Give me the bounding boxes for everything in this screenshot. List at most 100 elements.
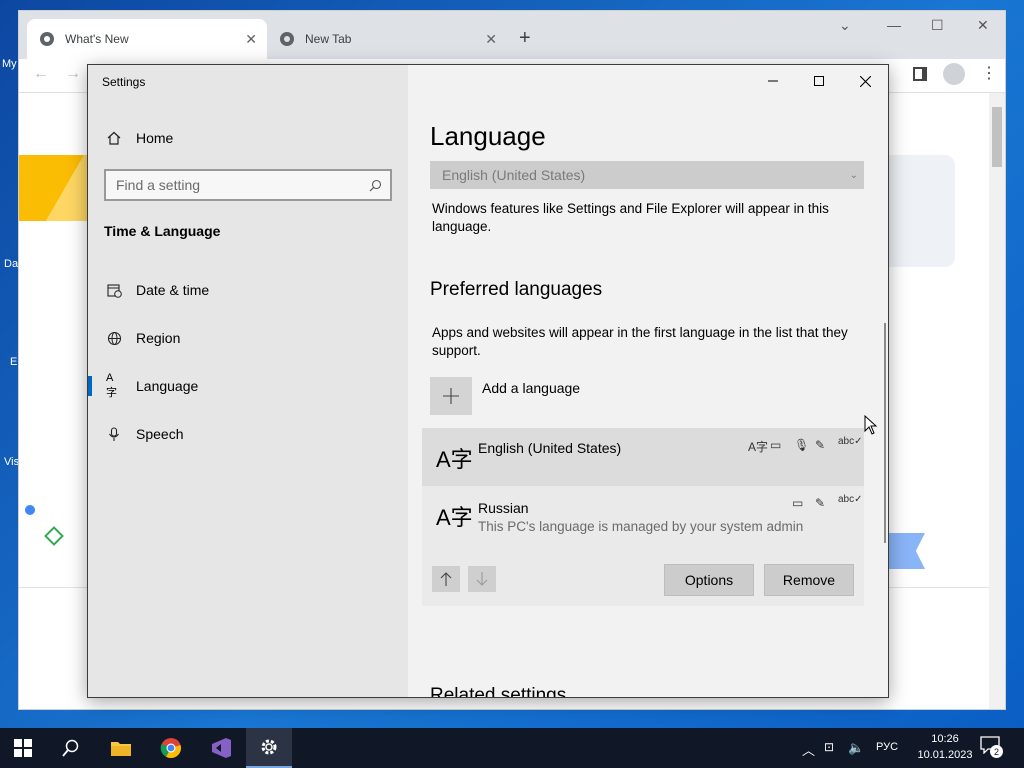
nav-home-label: Home [136, 130, 174, 146]
chrome-taskbar-button[interactable] [148, 728, 194, 768]
speech-recognition-icon: 🎙 [794, 438, 810, 452]
minimize-icon[interactable]: — [887, 17, 901, 33]
chrome-icon [40, 32, 54, 46]
tab-label: New Tab [305, 32, 352, 46]
new-tab-button[interactable]: + [519, 27, 531, 50]
minimize-button[interactable] [750, 65, 796, 97]
maximize-button[interactable] [796, 65, 842, 97]
folder-icon [111, 742, 131, 756]
close-button[interactable] [842, 65, 888, 97]
settings-sidebar: Settings Home Find a setting Time & Lang… [88, 65, 408, 697]
close-icon[interactable]: ✕ [977, 17, 989, 34]
language-name: Russian [478, 500, 529, 516]
options-button[interactable]: Options [664, 564, 754, 596]
visual-studio-button[interactable] [198, 728, 244, 768]
language-row-english[interactable]: A字 English (United States) A字 ▭ 🎙 ✎ abc✓ [422, 428, 864, 486]
start-button[interactable] [0, 728, 46, 768]
close-icon [859, 75, 871, 87]
tab-strip: What's New ✕ New Tab ✕ + ⌄ — ☐ ✕ [19, 11, 1005, 59]
clock-date[interactable]: 10.01.2023 [910, 749, 980, 761]
add-language-label[interactable]: Add a language [482, 380, 580, 396]
language-glyph-icon: A字 [436, 505, 473, 530]
volume-icon[interactable]: 🔈 [848, 740, 864, 756]
globe-icon [106, 330, 122, 346]
chrome-icon [280, 32, 294, 46]
side-panel-icon[interactable] [913, 67, 927, 81]
nav-date-time[interactable]: Date & time [88, 268, 408, 312]
move-up-button[interactable] [432, 566, 460, 592]
related-settings-heading: Related settings [430, 685, 567, 697]
handwriting-icon: ✎ [815, 438, 826, 452]
arrow-up-icon [440, 572, 452, 586]
clock-time[interactable]: 10:26 [922, 733, 968, 745]
display-language-icon: A字 [748, 440, 769, 454]
tab-search-icon[interactable]: ⌄ [839, 17, 851, 34]
maximize-icon[interactable]: ☐ [931, 17, 944, 34]
language-name: English (United States) [478, 440, 622, 456]
plus-icon [443, 388, 459, 404]
desktop-icon-label[interactable]: My [2, 58, 17, 70]
language-icon: A字 [106, 372, 117, 399]
settings-taskbar-button[interactable] [246, 728, 292, 768]
add-language-button[interactable] [430, 377, 472, 415]
handwriting-icon: ✎ [815, 496, 826, 510]
nav-label: Region [136, 330, 181, 346]
nav-home[interactable]: Home [88, 116, 408, 160]
tab-label: What's New [65, 32, 129, 46]
network-icon[interactable]: ⊡ [824, 740, 834, 754]
search-input[interactable]: Find a setting [104, 169, 392, 201]
forward-arrow-icon[interactable]: → [65, 65, 81, 83]
close-tab-icon[interactable]: ✕ [485, 31, 497, 48]
notification-count-badge: 2 [990, 745, 1003, 758]
search-placeholder: Find a setting [116, 177, 201, 193]
visual-studio-icon [212, 738, 231, 758]
nav-speech[interactable]: Speech [88, 412, 408, 456]
page-title: Language [430, 121, 546, 151]
language-subtitle: This PC's language is managed by your sy… [478, 519, 804, 534]
search-button[interactable] [48, 728, 94, 768]
desktop-icon-label[interactable]: E [10, 356, 17, 368]
nav-region[interactable]: Region [88, 316, 408, 360]
home-icon [106, 130, 122, 146]
minimize-icon [768, 80, 778, 82]
notification-center-button[interactable]: 2 [980, 736, 1004, 760]
desktop-icon-label[interactable]: Da [4, 258, 18, 270]
close-tab-icon[interactable]: ✕ [245, 31, 257, 48]
gear-icon [261, 739, 277, 755]
remove-button[interactable]: Remove [764, 564, 854, 596]
dropdown-value: English (United States) [442, 167, 586, 183]
display-language-dropdown[interactable]: English (United States) ⌄ [430, 161, 864, 189]
tab-whats-new[interactable]: What's New ✕ [27, 19, 267, 59]
text-to-speech-icon: ▭ [792, 496, 804, 510]
maximize-icon [814, 76, 824, 86]
content-scrollbar[interactable] [884, 323, 886, 543]
back-arrow-icon[interactable]: ← [33, 65, 49, 83]
search-icon [369, 179, 382, 192]
microphone-icon [106, 426, 122, 442]
more-menu-icon[interactable]: ⋮ [981, 63, 997, 83]
nav-label: Speech [136, 426, 184, 442]
file-explorer-button[interactable] [98, 728, 144, 768]
settings-window: Settings Home Find a setting Time & Lang… [87, 64, 889, 698]
move-down-button[interactable] [468, 566, 496, 592]
calendar-clock-icon [106, 282, 122, 298]
settings-content: Language English (United States) ⌄ Windo… [408, 65, 888, 697]
nav-language[interactable]: A字 Language [88, 364, 408, 408]
decorative-banner [19, 155, 89, 221]
search-icon [62, 739, 79, 757]
section-title: Time & Language [104, 223, 221, 239]
chevron-down-icon: ⌄ [849, 169, 858, 181]
spellcheck-icon: abc✓ [838, 494, 863, 505]
nav-label: Date & time [136, 282, 210, 298]
show-hidden-icons-icon[interactable]: ︿ [802, 740, 815, 759]
profile-avatar-icon[interactable] [943, 63, 965, 85]
input-language-indicator[interactable]: РУС [876, 741, 898, 753]
language-row-russian[interactable]: A字 Russian This PC's language is managed… [422, 486, 864, 606]
preferred-languages-description: Apps and websites will appear in the fir… [432, 325, 848, 358]
scrollbar-thumb[interactable] [992, 107, 1002, 167]
text-to-speech-icon: ▭ [770, 438, 782, 452]
language-glyph-icon: A字 [436, 447, 473, 472]
desktop-icon-label[interactable]: Vis [4, 456, 19, 468]
tab-new-tab[interactable]: New Tab ✕ [267, 19, 507, 59]
browser-scrollbar[interactable] [989, 93, 1005, 709]
